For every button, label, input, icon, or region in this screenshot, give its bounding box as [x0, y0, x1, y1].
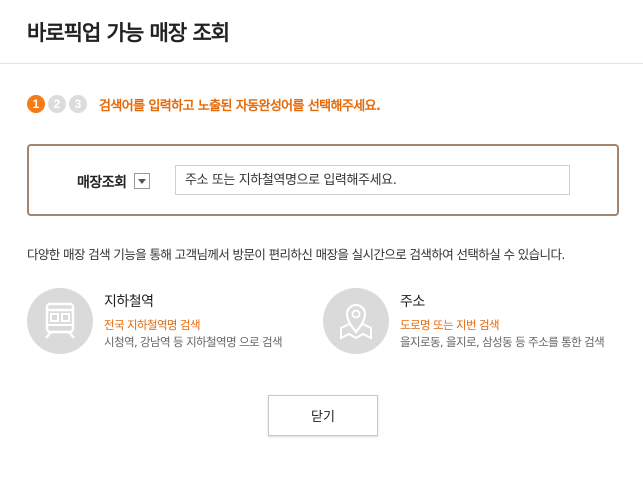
option-title: 지하철역 [104, 294, 154, 310]
search-type-dropdown[interactable] [134, 173, 150, 189]
store-search-input[interactable] [175, 165, 570, 195]
dialog-header: 바로픽업 가능 매장 조회 [0, 0, 643, 64]
option-subtitle: 도로명 또는 지번 검색 [400, 318, 500, 332]
subway-search-option: 지하철역 전국 지하철역명 검색 시청역, 강남역 등 지하철역명 으로 검색 [27, 288, 307, 358]
store-search-box: 매장조회 [27, 144, 619, 216]
option-example: 을지로동, 을지로, 삼성동 등 주소를 통한 검색 [400, 335, 605, 349]
step-instruction: 검색어를 입력하고 노출된 자동완성어를 선택해주세요. [99, 98, 381, 114]
step-1-badge: 1 [27, 95, 45, 113]
step-indicator: 1 2 3 검색어를 입력하고 노출된 자동완성어를 선택해주세요. [27, 94, 381, 114]
search-description: 다양한 매장 검색 기능을 통해 고객님께서 방문이 편리하신 매장을 실시간으… [27, 247, 565, 262]
option-subtitle: 전국 지하철역명 검색 [104, 318, 201, 332]
address-search-option: 주소 도로명 또는 지번 검색 을지로동, 을지로, 삼성동 등 주소를 통한 … [323, 288, 623, 358]
close-button[interactable]: 닫기 [268, 395, 378, 436]
option-title: 주소 [400, 294, 425, 310]
chevron-down-icon [138, 178, 146, 184]
step-2-badge: 2 [48, 95, 66, 113]
map-pin-icon [323, 288, 389, 354]
step-3-badge: 3 [69, 95, 87, 113]
page-title: 바로픽업 가능 매장 조회 [27, 21, 230, 45]
option-example: 시청역, 강남역 등 지하철역명 으로 검색 [104, 335, 283, 349]
search-label: 매장조회 [77, 175, 127, 191]
subway-train-icon [27, 288, 93, 354]
